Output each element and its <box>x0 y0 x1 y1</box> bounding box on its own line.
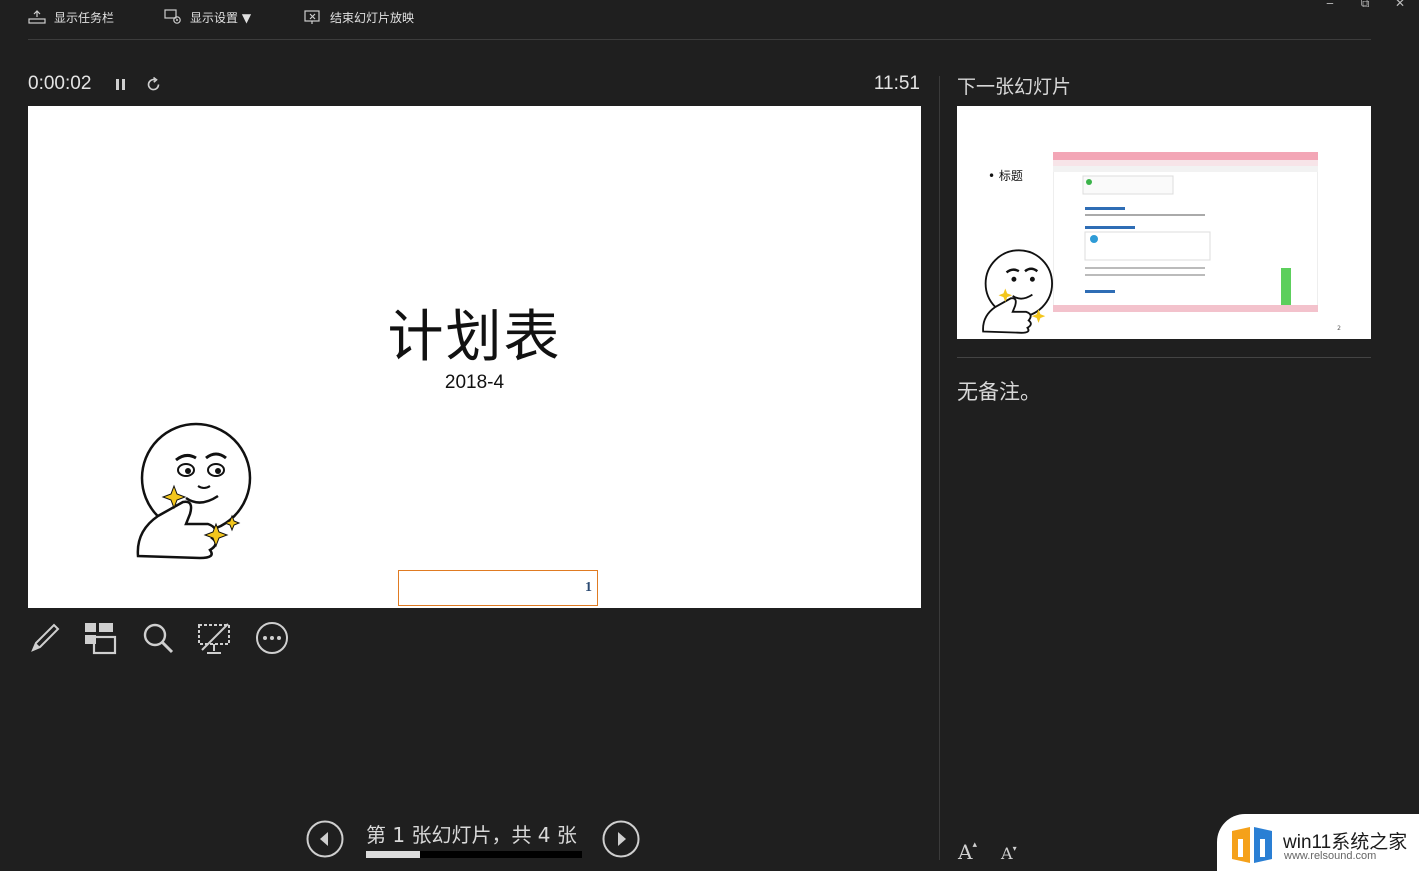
show-taskbar-button[interactable]: 显示任务栏 <box>28 7 114 27</box>
next-slide-thumbnail[interactable]: • 标题 2 <box>957 106 1371 339</box>
pause-icon[interactable] <box>113 75 129 93</box>
close-button[interactable]: ✕ <box>1390 0 1410 10</box>
next-slide-page-mark: 2 <box>1337 325 1341 332</box>
end-slideshow-label: 结束幻灯片放映 <box>330 10 415 25</box>
caret-up-icon: ▴ <box>972 840 977 850</box>
minimize-button[interactable]: ‒ <box>1320 0 1340 10</box>
slide-number: 1 <box>585 580 592 595</box>
speaker-notes: 无备注。 <box>957 380 1041 404</box>
decrease-font-label: A <box>1001 844 1013 863</box>
show-taskbar-label: 显示任务栏 <box>54 10 115 25</box>
watermark-url: www.relsound.com <box>1284 850 1377 862</box>
elapsed-timer: 0:00:02 <box>28 73 92 94</box>
taskbar-icon <box>28 10 46 24</box>
slide-title: 计划表 <box>387 305 562 370</box>
meme-face-image <box>136 422 252 560</box>
slide-progress-fill <box>366 851 420 858</box>
notes-divider <box>957 357 1371 358</box>
next-slide-label: 下一张幻灯片 <box>957 76 1072 98</box>
next-slide-button[interactable] <box>602 820 640 858</box>
slide-number-placeholder: 1 <box>398 570 598 606</box>
slide-subtitle: 2018-4 <box>444 372 505 393</box>
previous-slide-button[interactable] <box>306 820 344 858</box>
slide-progress-bar <box>366 851 582 858</box>
next-slide-bullet: • 标题 <box>988 169 1023 183</box>
slide-counter[interactable]: 第 1 张幻灯片，共 4 张 <box>366 819 577 848</box>
increase-font-label: A <box>958 840 973 864</box>
zoom-icon[interactable] <box>140 620 176 656</box>
display-settings-button[interactable]: 显示设置 ▼ <box>164 7 251 27</box>
end-slideshow-button[interactable]: 结束幻灯片放映 <box>304 7 414 27</box>
restart-timer-icon[interactable] <box>146 75 162 93</box>
watermark: win11系统之家 www.relsound.com <box>1217 814 1419 871</box>
caret-down-icon: ▾ <box>1012 844 1017 853</box>
see-all-slides-icon[interactable] <box>82 620 118 656</box>
end-slideshow-icon <box>304 10 320 24</box>
pen-icon[interactable] <box>27 620 63 656</box>
display-settings-label: 显示设置 ▼ <box>190 10 252 25</box>
display-settings-icon <box>164 9 181 24</box>
current-slide[interactable]: 计划表 2018-4 1 <box>28 106 921 608</box>
watermark-logo-icon <box>1232 827 1272 863</box>
increase-font-button[interactable]: A▴ <box>958 840 977 864</box>
restore-button[interactable]: ⧉ <box>1355 0 1375 10</box>
toolbar-divider <box>28 39 1371 40</box>
panel-divider <box>939 76 940 860</box>
black-screen-icon[interactable] <box>196 620 232 656</box>
more-options-icon[interactable] <box>254 620 290 656</box>
next-slide-meme-image <box>982 249 1053 334</box>
current-time: 11:51 <box>873 73 920 94</box>
screenshot-image <box>1053 152 1318 312</box>
decrease-font-button[interactable]: A▾ <box>1001 844 1017 863</box>
